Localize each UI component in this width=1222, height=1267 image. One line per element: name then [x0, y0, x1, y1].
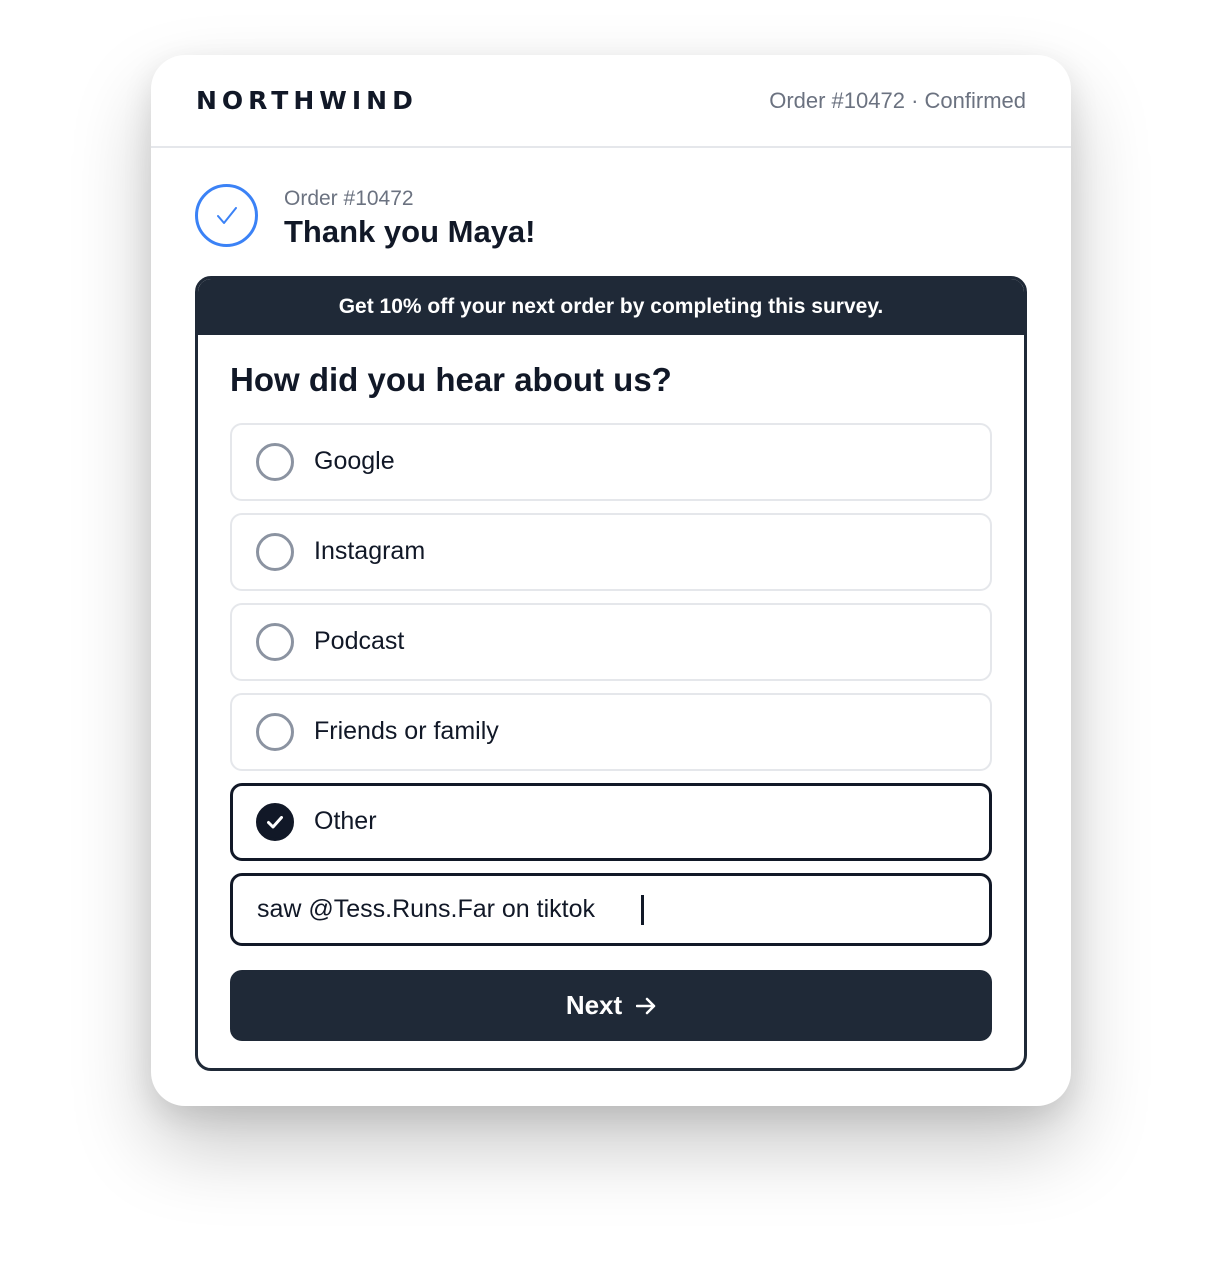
option-podcast[interactable]: Podcast: [230, 603, 992, 681]
card-header: NORTHWIND Order #10472 · Confirmed: [151, 55, 1071, 148]
option-friends-or-family[interactable]: Friends or family: [230, 693, 992, 771]
other-text-input[interactable]: [230, 873, 992, 946]
radio-icon[interactable]: [256, 443, 294, 481]
option-instagram[interactable]: Instagram: [230, 513, 992, 591]
survey-question: How did you hear about us?: [230, 361, 672, 398]
page-title: Thank you Maya!: [284, 214, 536, 249]
radio-checked-icon[interactable]: [256, 803, 294, 841]
radio-icon[interactable]: [256, 713, 294, 751]
arrow-right-icon: [636, 997, 656, 1014]
radio-icon[interactable]: [256, 623, 294, 661]
order-confirmation-card: NORTHWIND Order #10472 · Confirmed Order…: [151, 55, 1071, 1106]
next-button[interactable]: Next: [230, 970, 992, 1041]
next-button-label: Next: [565, 990, 623, 1020]
survey-banner: Get 10% off your next order by completin…: [198, 279, 1024, 335]
brand-logo: NORTHWIND: [196, 86, 418, 115]
option-label: Friends or family: [314, 717, 499, 745]
order-number: Order #10472: [284, 187, 414, 210]
order-status: Order #10472 · Confirmed: [769, 88, 1026, 113]
option-label: Google: [314, 447, 395, 475]
option-label: Podcast: [314, 627, 405, 655]
option-label: Instagram: [314, 537, 426, 565]
radio-icon[interactable]: [256, 533, 294, 571]
text-cursor: [641, 895, 644, 925]
option-google[interactable]: Google: [230, 423, 992, 501]
option-label: Other: [314, 807, 377, 835]
check-circle-icon: [195, 184, 258, 247]
survey-panel: Get 10% off your next order by completin…: [195, 276, 1027, 1071]
option-other[interactable]: Other: [230, 783, 992, 861]
